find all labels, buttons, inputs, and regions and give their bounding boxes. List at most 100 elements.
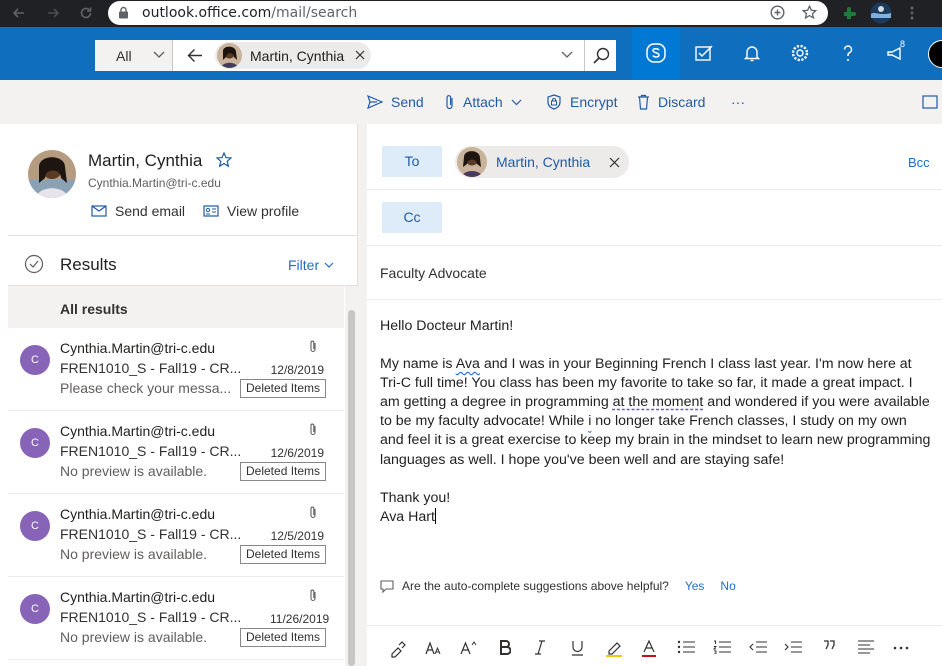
check-circle-icon[interactable]: [24, 254, 44, 274]
add-tab-icon[interactable]: [770, 5, 785, 20]
send-email-button[interactable]: Send email: [91, 203, 185, 219]
underline-icon[interactable]: [571, 640, 584, 656]
attach-button[interactable]: Attach: [445, 93, 530, 111]
sender-avatar: C: [20, 594, 50, 624]
close-icon[interactable]: [609, 157, 620, 168]
help-button[interactable]: [824, 27, 872, 80]
folder-badge: Deleted Items: [240, 545, 327, 564]
results-header: Results Filter: [8, 236, 358, 286]
spelling-flag[interactable]: Ava: [456, 356, 480, 372]
view-profile-button[interactable]: View profile: [203, 203, 299, 219]
message-date: 12/8/2019: [270, 363, 324, 377]
message-list-item[interactable]: C Cynthia.Martin@tri-c.edu FREN1010_S - …: [8, 494, 344, 577]
message-preview: No preview is available.: [60, 546, 208, 562]
message-list-item[interactable]: C Cynthia.Martin@tri-c.edu FREN1010_S - …: [8, 411, 344, 494]
contact-email: Cynthia.Martin@tri-c.edu: [88, 176, 221, 190]
browser-reload-icon[interactable]: [79, 6, 93, 20]
chevron-down-icon: [319, 262, 334, 268]
sender-avatar: C: [20, 511, 50, 541]
message-subject: FREN1010_S - Fall19 - CR...: [60, 443, 242, 459]
message-from: Cynthia.Martin@tri-c.edu: [60, 589, 216, 605]
subject-input[interactable]: Faculty Advocate: [380, 265, 487, 281]
body-closing: Thank you!: [380, 489, 451, 506]
url-host: outlook.office.com: [142, 5, 272, 21]
search-button[interactable]: [584, 40, 616, 71]
bcc-link[interactable]: Bcc: [908, 155, 930, 170]
chevron-down-icon: [153, 51, 165, 59]
search-scope-dropdown[interactable]: All: [95, 40, 173, 71]
italic-icon[interactable]: [535, 640, 545, 655]
decrease-indent-icon[interactable]: [749, 640, 767, 654]
person-avatar: [217, 43, 242, 68]
my-day-button[interactable]: [680, 27, 728, 80]
to-button[interactable]: To: [382, 146, 442, 177]
grow-font-icon[interactable]: [460, 640, 478, 656]
close-icon[interactable]: [355, 50, 365, 60]
increase-indent-icon[interactable]: [784, 640, 802, 654]
settings-button[interactable]: [776, 27, 824, 80]
quote-icon[interactable]: [823, 640, 835, 650]
results-scrollbar[interactable]: [345, 286, 358, 666]
search-options-chevron-icon[interactable]: [561, 51, 573, 59]
browser-back-icon[interactable]: [12, 6, 26, 20]
contact-card-icon: [203, 205, 227, 217]
filter-button[interactable]: Filter: [288, 257, 334, 273]
bookmark-star-icon[interactable]: [802, 5, 817, 20]
account-avatar[interactable]: [928, 40, 942, 68]
search-person-name: Martin, Cynthia: [250, 48, 345, 64]
folder-badge: Deleted Items: [240, 628, 327, 647]
contact-name: Martin, Cynthia: [88, 151, 203, 170]
paperclip-icon: [309, 589, 317, 602]
grammar-flag[interactable]: at the moment: [613, 394, 704, 410]
feedback-no-link[interactable]: No: [720, 579, 735, 593]
autocomplete-feedback: Are the auto-complete suggestions above …: [380, 579, 736, 593]
profile-avatar-icon[interactable]: [870, 2, 892, 24]
folder-badge: Deleted Items: [240, 462, 327, 481]
send-icon: [367, 95, 391, 109]
back-arrow-icon[interactable]: [187, 48, 203, 63]
recipient-chip[interactable]: Martin, Cynthia: [455, 146, 629, 178]
more-formatting-icon[interactable]: [893, 646, 909, 650]
paperclip-icon: [309, 423, 317, 436]
suite-header: All Martin, Cynthia 8: [0, 27, 942, 80]
search-person-chip[interactable]: Martin, Cynthia: [215, 42, 371, 69]
feedback-yes-link[interactable]: Yes: [685, 579, 705, 593]
body-signature: Ava Hart: [380, 507, 436, 525]
star-icon[interactable]: [216, 152, 232, 168]
notifications-button[interactable]: [728, 27, 776, 80]
message-list-item[interactable]: C Cynthia.Martin@tri-c.edu FREN1010_S - …: [8, 328, 344, 411]
comment-icon: [380, 579, 402, 593]
browser-toolbar: outlook.office.com/mail/search: [0, 0, 942, 27]
font-size-icon[interactable]: [425, 640, 443, 656]
feedback-button[interactable]: 8: [872, 27, 920, 80]
bullets-icon[interactable]: [677, 640, 695, 654]
bold-icon[interactable]: [499, 640, 511, 655]
browser-forward-icon[interactable]: [46, 6, 60, 20]
highlight-icon[interactable]: [605, 640, 623, 657]
message-list-item[interactable]: C Cynthia.Martin@tri-c.edu FREN1010_S - …: [8, 577, 344, 660]
search-box[interactable]: All Martin, Cynthia: [95, 40, 616, 71]
message-body-editor[interactable]: Hello Docteur Martin! My name is Ava and…: [380, 317, 932, 527]
popout-icon[interactable]: [922, 93, 942, 111]
align-icon[interactable]: [857, 640, 875, 654]
encrypt-button[interactable]: Encrypt: [546, 93, 617, 111]
url-path: /mail/search: [271, 5, 358, 21]
format-painter-icon[interactable]: [389, 640, 407, 658]
more-label: ···: [731, 94, 745, 110]
view-profile-label: View profile: [227, 203, 300, 219]
address-bar[interactable]: outlook.office.com/mail/search: [108, 1, 828, 25]
more-actions-button[interactable]: ···: [731, 93, 745, 111]
search-results-pane: Martin, Cynthia Cynthia.Martin@tri-c.edu…: [8, 124, 358, 666]
extension-icon[interactable]: [841, 4, 859, 22]
discard-button[interactable]: Discard: [637, 93, 705, 111]
skype-button[interactable]: [632, 27, 680, 80]
scrollbar-thumb[interactable]: [348, 310, 355, 666]
cc-button[interactable]: Cc: [382, 202, 442, 233]
send-button[interactable]: Send: [367, 93, 424, 111]
font-color-icon[interactable]: [642, 640, 656, 657]
message-date: 12/6/2019: [270, 446, 324, 460]
numbering-icon[interactable]: [713, 640, 731, 654]
browser-menu-icon[interactable]: [910, 6, 914, 20]
lock-icon: [118, 6, 129, 19]
message-from: Cynthia.Martin@tri-c.edu: [60, 506, 216, 522]
